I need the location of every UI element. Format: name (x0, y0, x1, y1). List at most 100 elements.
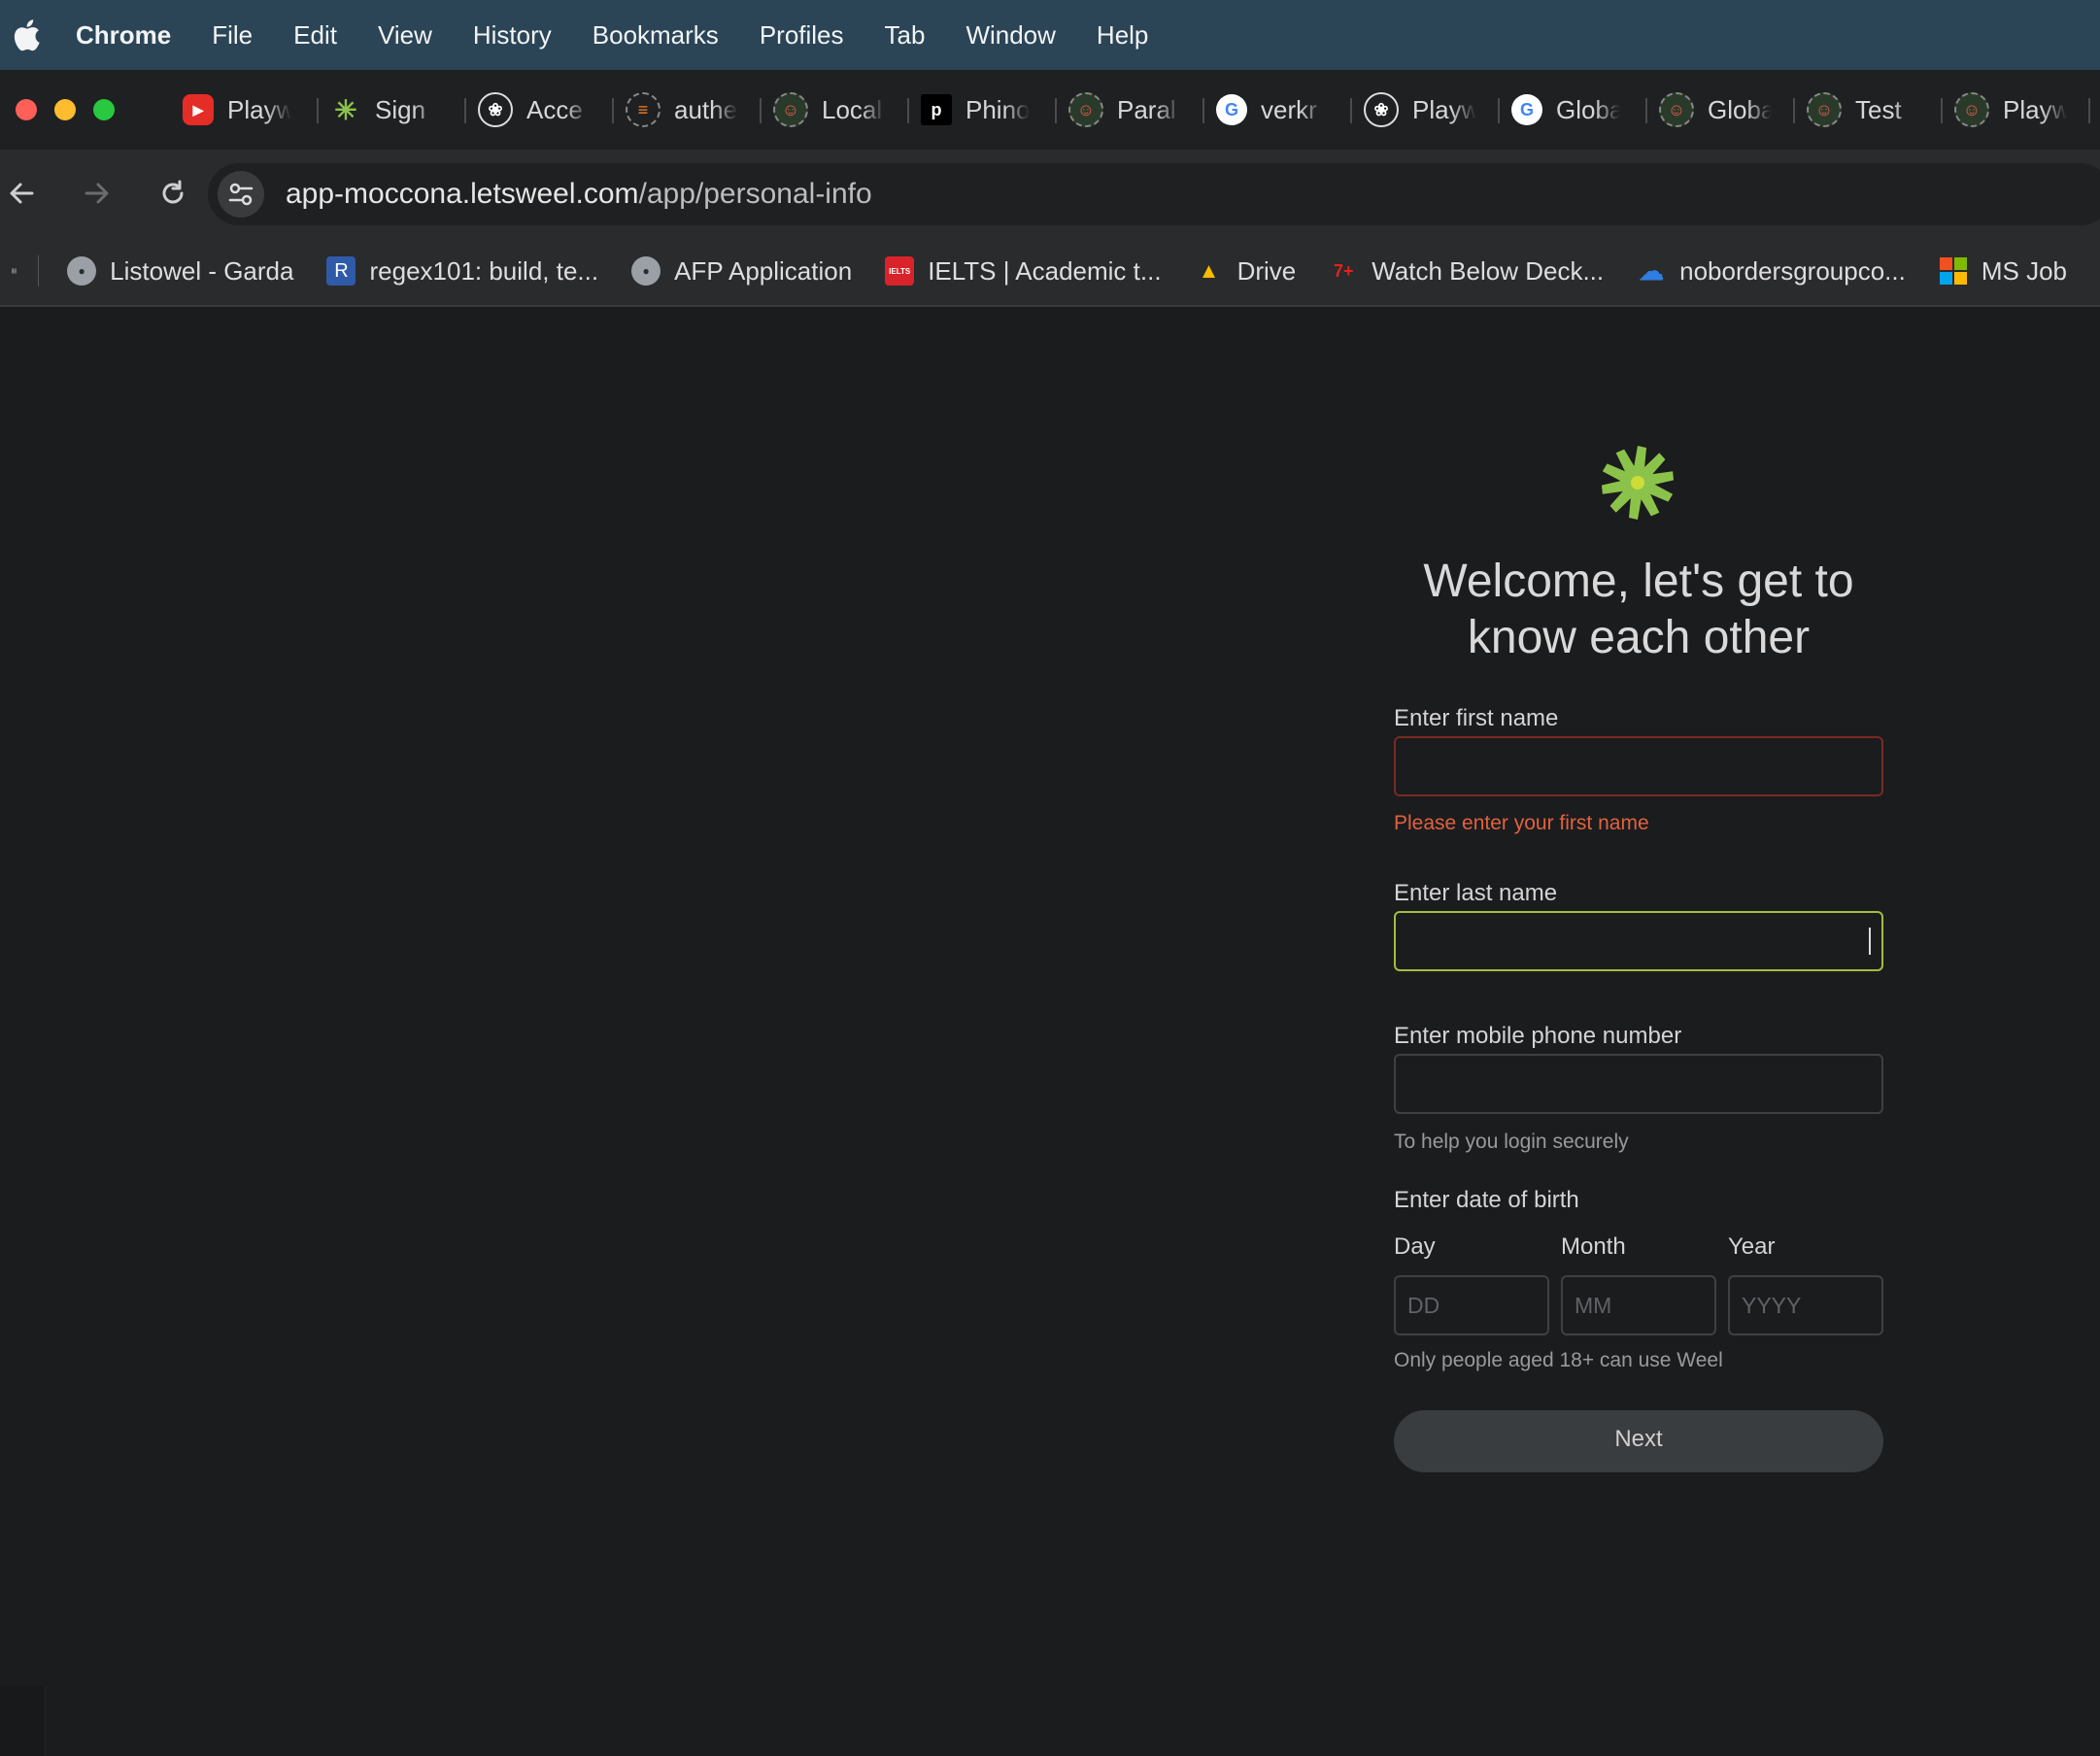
bookmark-item[interactable]: ●AFP Application (631, 256, 852, 287)
browser-tab-label: Test (1855, 95, 1919, 125)
last-name-label: Enter last name (1394, 880, 1557, 907)
browser-tab[interactable]: ☺ Globa (1647, 88, 1795, 131)
bookmark-label: IELTS | Academic t... (928, 256, 1161, 287)
menu-view[interactable]: View (378, 20, 432, 51)
google-icon: G (1216, 94, 1247, 125)
dob-day-input[interactable] (1394, 1275, 1549, 1335)
page-title-line-2: know each other (1355, 610, 1922, 666)
page-title: Welcome, let's get to know each other (1355, 554, 1922, 666)
page-corner-strip (0, 1686, 46, 1756)
bookmark-item[interactable]: 7+Watch Below Deck... (1329, 256, 1604, 287)
bookmark-label: Drive (1237, 256, 1297, 287)
phone-hint: To help you login securely (1394, 1131, 1629, 1154)
dob-year-input[interactable] (1728, 1275, 1883, 1335)
browser-tab[interactable]: ≡ authe (614, 88, 762, 131)
browser-tab[interactable]: GGloba (1500, 88, 1647, 131)
minimize-window-button[interactable] (54, 99, 76, 120)
bookmark-item[interactable]: ▲ Drive (1195, 256, 1297, 287)
bookmark-label: Listowel - Garda (110, 256, 293, 287)
bookmark-item[interactable]: IELTSIELTS | Academic t... (885, 256, 1161, 287)
browser-tab-label: Playw (2003, 95, 2067, 125)
browser-tab[interactable]: Gverkr (1204, 88, 1352, 131)
maximize-window-button[interactable] (93, 99, 115, 120)
back-arrow-icon (7, 179, 36, 208)
dob-hint: Only people aged 18+ can use Weel (1394, 1349, 1723, 1372)
bookmarks-bar: ● Listowel - Garda Rregex101: build, te...… (0, 237, 2100, 307)
browser-tab-label: Playw (227, 95, 291, 125)
forward-button[interactable] (78, 174, 117, 213)
dob-month-label: Month (1561, 1233, 1626, 1261)
browser-tab[interactable]: ❀Acce (466, 88, 614, 131)
browser-tab[interactable]: ☺Paral (1057, 88, 1204, 131)
microsoft-icon (1939, 256, 1968, 286)
theater-masks-icon: ☺ (1659, 92, 1694, 127)
reload-icon (158, 179, 187, 208)
weel-logo-icon: ✳ (330, 94, 361, 125)
page-title-line-1: Welcome, let's get to (1355, 554, 1922, 610)
next-button[interactable]: Next (1394, 1410, 1883, 1472)
browser-tab-label: Phino (965, 95, 1030, 125)
first-name-error: Please enter your first name (1394, 812, 1649, 835)
back-button[interactable] (2, 174, 41, 213)
reload-button[interactable] (153, 174, 192, 213)
menu-bookmarks[interactable]: Bookmarks (593, 20, 719, 51)
address-url[interactable]: app-moccona.letsweel.com/app/personal-in… (286, 178, 872, 211)
browser-tab[interactable]: ✳ Sign (319, 88, 466, 131)
first-name-input[interactable] (1394, 736, 1883, 796)
theater-masks-icon: ☺ (1807, 92, 1842, 127)
apple-icon[interactable] (12, 17, 41, 52)
openai-icon: ❀ (1364, 92, 1399, 127)
stackoverflow-icon: ≡ (626, 92, 660, 127)
google-drive-icon: ▲ (1195, 256, 1224, 286)
browser-tab-label: verkr (1261, 95, 1325, 125)
menu-history[interactable]: History (473, 20, 552, 51)
browser-tab-label: Acce (526, 95, 591, 125)
browser-tab-label: Globa (1708, 95, 1772, 125)
dob-day-label: Day (1394, 1233, 1436, 1261)
site-settings-icon[interactable] (218, 171, 264, 218)
address-bar[interactable]: app-moccona.letsweel.com/app/personal-in… (208, 163, 2100, 225)
apps-grid-icon[interactable] (12, 256, 17, 286)
last-name-input[interactable] (1394, 911, 1883, 971)
menu-help[interactable]: Help (1097, 20, 1148, 51)
bookmark-item[interactable]: ● Listowel - Garda (67, 256, 293, 287)
menu-app-chrome[interactable]: Chrome (76, 20, 171, 51)
browser-tab-label: Playw (1412, 95, 1476, 125)
bookmark-item[interactable]: Rregex101: build, te... (326, 256, 598, 287)
menu-window[interactable]: Window (965, 20, 1055, 51)
browser-tab[interactable]: ☺Playw (1943, 88, 2090, 131)
menu-profiles[interactable]: Profiles (760, 20, 844, 51)
menu-tab[interactable]: Tab (885, 20, 926, 51)
browser-tab-label: Sign (375, 95, 439, 125)
menu-edit[interactable]: Edit (293, 20, 337, 51)
r-icon: R (326, 256, 356, 286)
bookmark-label: nobordersgroupco... (1679, 256, 1906, 287)
close-window-button[interactable] (16, 99, 37, 120)
browser-tab[interactable]: pPhino (909, 88, 1057, 131)
phone-label: Enter mobile phone number (1394, 1023, 1681, 1050)
dob-month-input[interactable] (1561, 1275, 1716, 1335)
google-icon: G (1511, 94, 1542, 125)
macos-menu-bar: Chrome File Edit View History Bookmarks … (0, 0, 2100, 70)
globe-icon: ● (631, 256, 660, 286)
bookmark-item[interactable]: ☁nobordersgroupco... (1637, 256, 1906, 287)
browser-tab[interactable]: ☺ Test (1795, 88, 1943, 131)
browser-toolbar: app-moccona.letsweel.com/app/personal-in… (0, 150, 2100, 237)
dob-year-label: Year (1728, 1233, 1776, 1261)
bookmark-item[interactable]: MS Job (1939, 256, 2067, 287)
text-caret (1869, 928, 1871, 955)
phone-input[interactable] (1394, 1054, 1883, 1114)
page-content: Welcome, let's get to know each other En… (0, 307, 2100, 1449)
menu-file[interactable]: File (212, 20, 253, 51)
first-name-label: Enter first name (1394, 705, 1558, 732)
dob-label: Enter date of birth (1394, 1187, 1579, 1214)
browser-tab-label: authe (674, 95, 738, 125)
browser-tab[interactable]: ❀ Playw (1352, 88, 1500, 131)
youtube-icon: ▶ (183, 94, 214, 125)
bookmark-list: ● Listowel - Garda Rregex101: build, te...… (67, 256, 2100, 287)
globe-icon: ● (67, 256, 96, 286)
browser-tab-label: Local (822, 95, 886, 125)
browser-tab[interactable]: ☺Local (762, 88, 909, 131)
url-host: app-moccona.letsweel.com (286, 178, 639, 210)
browser-tab[interactable]: ▶ Playw (171, 88, 319, 131)
